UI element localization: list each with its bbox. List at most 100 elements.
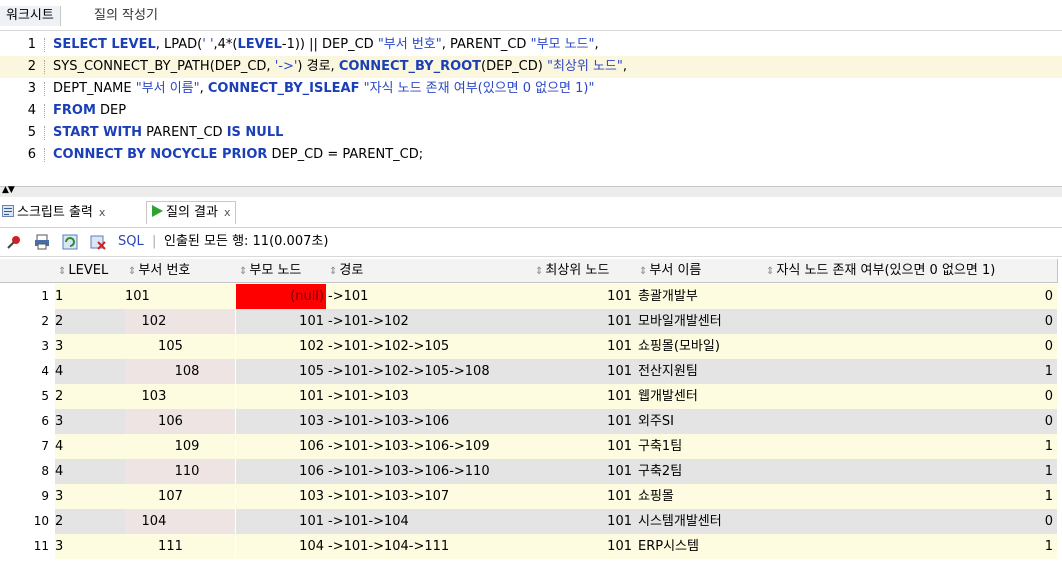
cell-dep-cd[interactable]: 110 <box>125 459 235 484</box>
cell-root[interactable]: 101 <box>532 384 636 409</box>
sql-link[interactable]: SQL <box>118 228 144 256</box>
table-row[interactable]: 22 102 101 ->101->102 101 모바일개발센터 0 <box>0 309 1062 334</box>
code-line[interactable]: 3 DEPT_NAME "부서 이름", CONNECT_BY_ISLEAF "자… <box>0 78 1062 100</box>
cell-dep-cd[interactable]: 111 <box>125 534 235 559</box>
cell-path[interactable]: ->101->103->106->110 <box>326 459 532 484</box>
cell-path[interactable]: ->101->102 <box>326 309 532 334</box>
cell-parent[interactable]: 101 <box>236 384 326 409</box>
cell-root[interactable]: 101 <box>532 509 636 534</box>
cell-dept-name[interactable]: 구축1팀 <box>636 434 763 459</box>
cell-root[interactable]: 101 <box>532 484 636 509</box>
cell-path[interactable]: ->101->103->107 <box>326 484 532 509</box>
cell-parent[interactable]: 106 <box>236 434 326 459</box>
code-line[interactable]: 1 SELECT LEVEL, LPAD(' ',4*(LEVEL-1)) || … <box>0 34 1062 56</box>
cell-path[interactable]: ->101->103->106->109 <box>326 434 532 459</box>
cell-parent[interactable]: 102 <box>236 334 326 359</box>
cell-level[interactable]: 4 <box>55 359 125 384</box>
cell-path[interactable]: ->101->104->111 <box>326 534 532 559</box>
cell-dept-name[interactable]: 쇼핑몰(모바일) <box>636 334 763 359</box>
cell-path[interactable]: ->101 <box>326 284 532 309</box>
cell-root[interactable]: 101 <box>532 284 636 309</box>
tab-script-output[interactable]: 스크립트 출력 x <box>2 202 105 224</box>
cell-path[interactable]: ->101->103 <box>326 384 532 409</box>
cell-path[interactable]: ->101->102->105 <box>326 334 532 359</box>
table-row[interactable]: 84 110 106 ->101->103->106->110 101 구축2팀 1 <box>0 459 1062 484</box>
tab-worksheet[interactable]: 워크시트 <box>0 6 61 26</box>
cell-parent[interactable]: 103 <box>236 409 326 434</box>
cell-dept-name[interactable]: ERP시스템 <box>636 534 763 559</box>
cell-level[interactable]: 3 <box>55 334 125 359</box>
cell-level[interactable]: 3 <box>55 484 125 509</box>
table-row[interactable]: 93 107 103 ->101->103->107 101 쇼핑몰 1 <box>0 484 1062 509</box>
cell-level[interactable]: 4 <box>55 434 125 459</box>
code-line[interactable]: 2 SYS_CONNECT_BY_PATH(DEP_CD, '->') 경로, C… <box>0 56 1062 78</box>
cell-is-leaf[interactable]: 1 <box>763 434 1057 459</box>
header-leaf[interactable]: ⇕ 자식 노드 존재 여부(있으면 0 없으면 1) <box>763 259 1058 283</box>
cell-level[interactable]: 3 <box>55 534 125 559</box>
cell-is-leaf[interactable]: 0 <box>763 409 1057 434</box>
cell-dept-name[interactable]: 구축2팀 <box>636 459 763 484</box>
close-icon[interactable]: x <box>99 206 106 219</box>
export-delete-icon[interactable] <box>90 234 106 250</box>
header-level[interactable]: ⇕ LEVEL <box>55 259 126 283</box>
close-icon[interactable]: x <box>224 206 231 219</box>
cell-is-leaf[interactable]: 0 <box>763 284 1057 309</box>
cell-dept-name[interactable]: 총괄개발부 <box>636 284 763 309</box>
cell-dept-name[interactable]: 쇼핑몰 <box>636 484 763 509</box>
table-row[interactable]: 74 109 106 ->101->103->106->109 101 구축1팀 1 <box>0 434 1062 459</box>
refresh-icon[interactable] <box>62 234 78 250</box>
cell-root[interactable]: 101 <box>532 459 636 484</box>
cell-path[interactable]: ->101->103->106 <box>326 409 532 434</box>
table-row[interactable]: 11 3 111 104 ->101->104->111 101 ERP시스템 1 <box>0 534 1062 559</box>
cell-is-leaf[interactable]: 0 <box>763 334 1057 359</box>
header-path[interactable]: ⇕ 경로 <box>326 259 533 283</box>
code-line[interactable]: 6 CONNECT BY NOCYCLE PRIOR DEP_CD = PAREN… <box>0 144 1062 166</box>
cell-parent[interactable]: 103 <box>236 484 326 509</box>
header-dep-cd[interactable]: ⇕ 부서 번호 <box>125 259 237 283</box>
table-row[interactable]: 10 2 104 101 ->101->104 101 시스템개발센터 0 <box>0 509 1062 534</box>
cell-dep-cd[interactable]: 109 <box>125 434 235 459</box>
cell-is-leaf[interactable]: 0 <box>763 309 1057 334</box>
cell-parent[interactable]: 106 <box>236 459 326 484</box>
cell-path[interactable]: ->101->102->105->108 <box>326 359 532 384</box>
header-parent[interactable]: ⇕ 부모 노드 <box>236 259 327 283</box>
table-row[interactable]: 44 108 105 ->101->102->105->108 101 전산지원팀 1 <box>0 359 1062 384</box>
cell-dep-cd[interactable]: 108 <box>125 359 235 384</box>
cell-level[interactable]: 2 <box>55 384 125 409</box>
cell-level[interactable]: 2 <box>55 309 125 334</box>
cell-is-leaf[interactable]: 1 <box>763 534 1057 559</box>
cell-dept-name[interactable]: 모바일개발센터 <box>636 309 763 334</box>
code-line[interactable]: 5 START WITH PARENT_CD IS NULL <box>0 122 1062 144</box>
sql-editor[interactable]: 1 SELECT LEVEL, LPAD(' ',4*(LEVEL-1)) || … <box>0 31 1062 185</box>
table-row[interactable]: 52 103 101 ->101->103 101 웹개발센터 0 <box>0 384 1062 409</box>
cell-level[interactable]: 3 <box>55 409 125 434</box>
cell-dep-cd[interactable]: 106 <box>125 409 235 434</box>
cell-dep-cd[interactable]: 102 <box>125 309 235 334</box>
cell-parent[interactable]: 101 <box>236 309 326 334</box>
cell-dept-name[interactable]: 시스템개발센터 <box>636 509 763 534</box>
table-row[interactable]: 63 106 103 ->101->103->106 101 외주SI 0 <box>0 409 1062 434</box>
splitter-arrows-icon[interactable]: ▲▼ <box>2 185 15 195</box>
cell-level[interactable]: 2 <box>55 509 125 534</box>
cell-path[interactable]: ->101->104 <box>326 509 532 534</box>
code-line[interactable]: 4 FROM DEP <box>0 100 1062 122</box>
cell-dept-name[interactable]: 전산지원팀 <box>636 359 763 384</box>
cell-is-leaf[interactable]: 1 <box>763 459 1057 484</box>
pin-icon[interactable] <box>6 234 22 250</box>
cell-parent[interactable]: 105 <box>236 359 326 384</box>
cell-is-leaf[interactable]: 1 <box>763 484 1057 509</box>
cell-parent[interactable]: (null) <box>236 284 326 309</box>
table-row[interactable]: 33 105 102 ->101->102->105 101 쇼핑몰(모바일) 0 <box>0 334 1062 359</box>
header-root[interactable]: ⇕ 최상위 노드 <box>532 259 637 283</box>
cell-is-leaf[interactable]: 0 <box>763 384 1057 409</box>
cell-root[interactable]: 101 <box>532 309 636 334</box>
cell-dept-name[interactable]: 웹개발센터 <box>636 384 763 409</box>
cell-parent[interactable]: 101 <box>236 509 326 534</box>
cell-root[interactable]: 101 <box>532 534 636 559</box>
cell-is-leaf[interactable]: 0 <box>763 509 1057 534</box>
cell-is-leaf[interactable]: 1 <box>763 359 1057 384</box>
tab-query-result[interactable]: 질의 결과 x <box>146 201 236 224</box>
cell-root[interactable]: 101 <box>532 359 636 384</box>
cell-dept-name[interactable]: 외주SI <box>636 409 763 434</box>
cell-root[interactable]: 101 <box>532 409 636 434</box>
